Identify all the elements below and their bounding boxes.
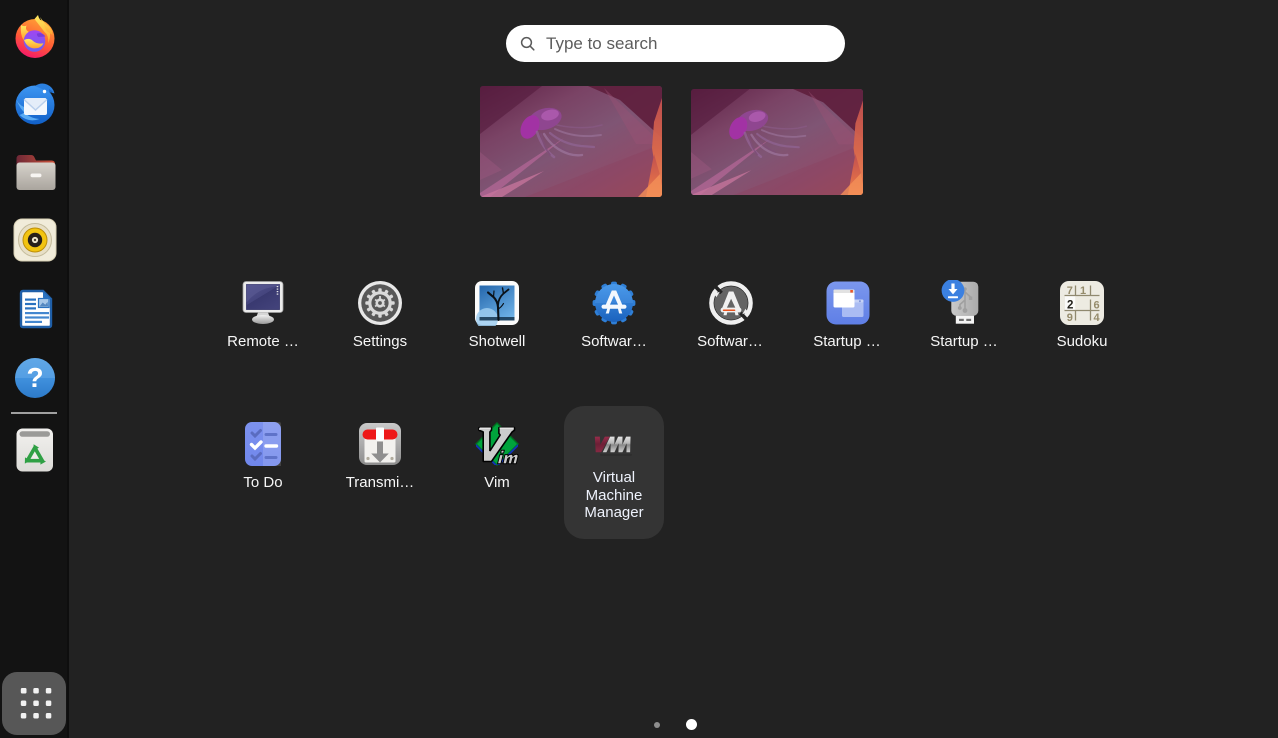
svg-text:7: 7 xyxy=(1067,285,1073,297)
svg-text:9: 9 xyxy=(1067,312,1073,324)
svg-text:2: 2 xyxy=(1067,299,1073,311)
svg-text:6: 6 xyxy=(1093,299,1099,311)
svg-text:1: 1 xyxy=(1080,285,1086,297)
svg-text:?: ? xyxy=(26,362,43,393)
svg-text:4: 4 xyxy=(1093,312,1100,324)
